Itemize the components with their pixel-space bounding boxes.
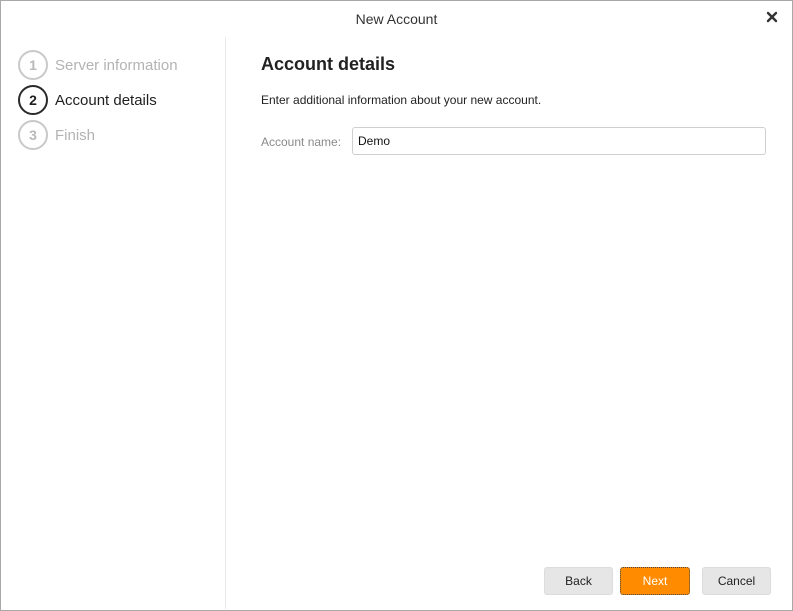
close-button[interactable]	[760, 7, 784, 29]
step-number-badge: 1	[18, 50, 48, 80]
back-button[interactable]: Back	[544, 567, 613, 595]
title-bar: New Account	[1, 1, 792, 37]
step-finish: 3 Finish	[18, 120, 95, 150]
step-label: Server information	[55, 56, 178, 74]
wizard-steps-sidebar: 1 Server information 2 Account details 3…	[1, 37, 226, 609]
close-icon	[766, 11, 778, 23]
page-title: Account details	[261, 54, 396, 74]
step-number-badge: 2	[18, 85, 48, 115]
wizard-content: Account details Enter additional informa…	[226, 37, 792, 609]
page-description: Enter additional information about your …	[261, 93, 542, 107]
step-label: Finish	[55, 126, 96, 144]
step-number-badge: 3	[18, 120, 48, 150]
account-name-input[interactable]	[352, 127, 766, 155]
step-label: Account details	[55, 91, 157, 109]
step-server-information: 1 Server information	[18, 50, 178, 80]
next-button[interactable]: Next	[620, 567, 690, 595]
dialog-title: New Account	[355, 11, 438, 27]
cancel-button[interactable]: Cancel	[702, 567, 771, 595]
step-account-details: 2 Account details	[18, 85, 157, 115]
new-account-dialog: New Account 1 Server information 2 Accou…	[0, 0, 793, 611]
account-name-label: Account name:	[261, 135, 342, 149]
